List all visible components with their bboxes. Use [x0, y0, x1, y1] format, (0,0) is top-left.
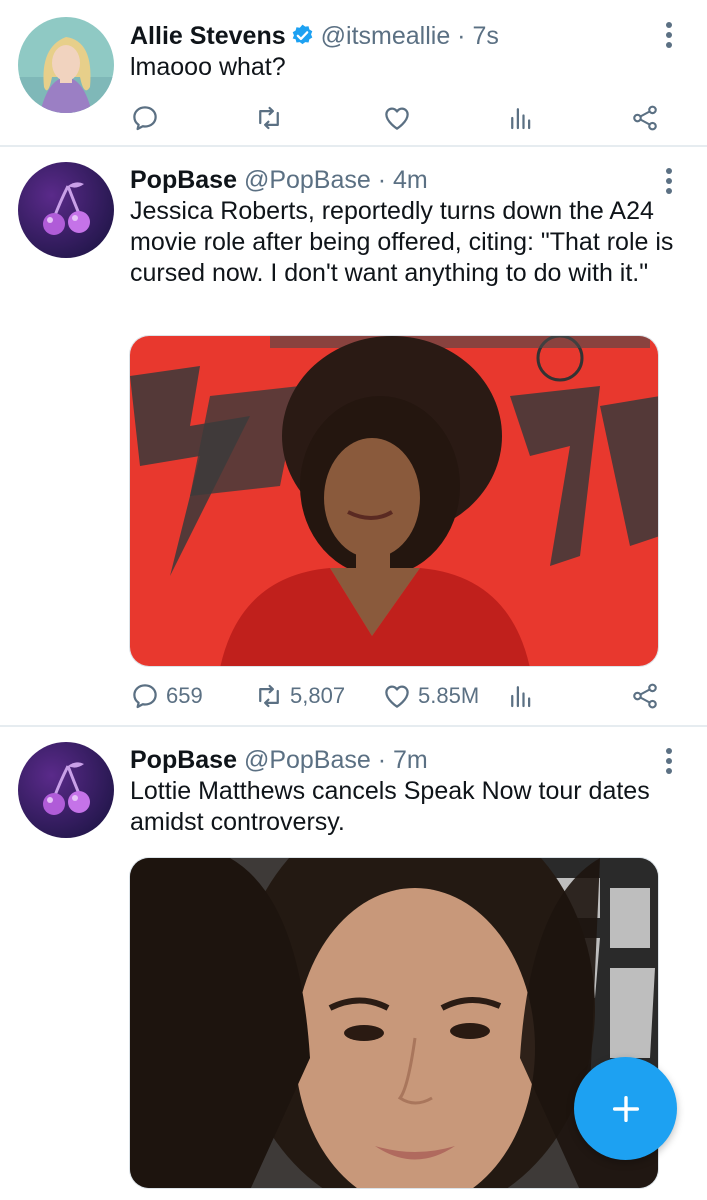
handle[interactable]: @PopBase [244, 166, 371, 194]
retweet-button[interactable] [254, 100, 290, 136]
handle[interactable]: @PopBase [244, 746, 371, 774]
display-name[interactable]: PopBase [130, 746, 237, 774]
tweet-text: Lottie Matthews cancels Speak Now tour d… [130, 777, 650, 836]
retweet-icon [259, 684, 279, 708]
analytics-icon [511, 686, 531, 708]
reply-count: 659 [166, 683, 203, 708]
tweet-text: lmaooo what? [130, 53, 286, 81]
separator-dot: · [457, 22, 466, 50]
more-vertical-icon[interactable] [663, 748, 675, 778]
reply-button[interactable]: 659 [130, 678, 203, 714]
reply-button[interactable] [130, 100, 166, 136]
reply-icon [133, 684, 157, 709]
tweet-header: Allie Stevens @itsmeallie · 7s [130, 20, 647, 52]
share-button[interactable] [630, 100, 660, 136]
retweet-button[interactable]: 5,807 [254, 678, 345, 714]
like-button[interactable]: 5.85M [382, 678, 479, 714]
tweet-photo[interactable] [129, 335, 659, 667]
tweet-allie-stevens[interactable]: Allie Stevens @itsmeallie · 7s lmaooo wha… [0, 0, 707, 147]
avatar[interactable] [18, 17, 114, 113]
analytics-button[interactable] [506, 100, 536, 136]
tweet-header: PopBase @PopBase · 4m [130, 164, 647, 196]
retweet-icon [259, 106, 279, 130]
compose-plus-icon [612, 1095, 639, 1122]
more-vertical-icon[interactable] [663, 22, 675, 52]
tweet-actions [130, 100, 677, 136]
timestamp[interactable]: 4m [393, 166, 428, 194]
separator-dot: · [377, 746, 387, 774]
tweet-photo[interactable] [129, 857, 659, 1189]
photo-woman-red-backdrop [130, 336, 658, 666]
analytics-icon [511, 108, 531, 130]
share-icon [633, 683, 657, 709]
analytics-button[interactable] [506, 678, 536, 714]
reply-icon [133, 106, 157, 131]
tweet-actions: 659 5,807 5.85M [130, 678, 677, 714]
retweet-count: 5,807 [290, 683, 346, 708]
avatar[interactable] [18, 162, 114, 258]
separator-dot: · [377, 166, 387, 194]
compose-button[interactable] [574, 1057, 677, 1160]
heart-icon [385, 685, 409, 708]
verified-badge-icon [292, 24, 312, 45]
share-icon [633, 105, 657, 131]
handle[interactable]: @itsmeallie [321, 22, 451, 50]
share-button[interactable] [630, 678, 660, 714]
like-button[interactable] [382, 100, 418, 136]
timestamp[interactable]: 7s [472, 22, 498, 50]
display-name[interactable]: PopBase [130, 166, 237, 194]
tweet-text: Jessica Roberts, reportedly turns down t… [130, 197, 674, 287]
display-name[interactable]: Allie Stevens [130, 22, 286, 50]
tweet-popbase-1[interactable]: PopBase @PopBase · 4m Jessica Roberts, r… [0, 147, 707, 727]
heart-icon [385, 107, 409, 130]
photo-woman-portrait [130, 858, 658, 1188]
more-vertical-icon[interactable] [663, 168, 675, 198]
timestamp[interactable]: 7m [393, 746, 428, 774]
like-count: 5.85M [418, 683, 480, 708]
tweet-header: PopBase @PopBase · 7m [130, 744, 647, 776]
avatar[interactable] [18, 742, 114, 838]
